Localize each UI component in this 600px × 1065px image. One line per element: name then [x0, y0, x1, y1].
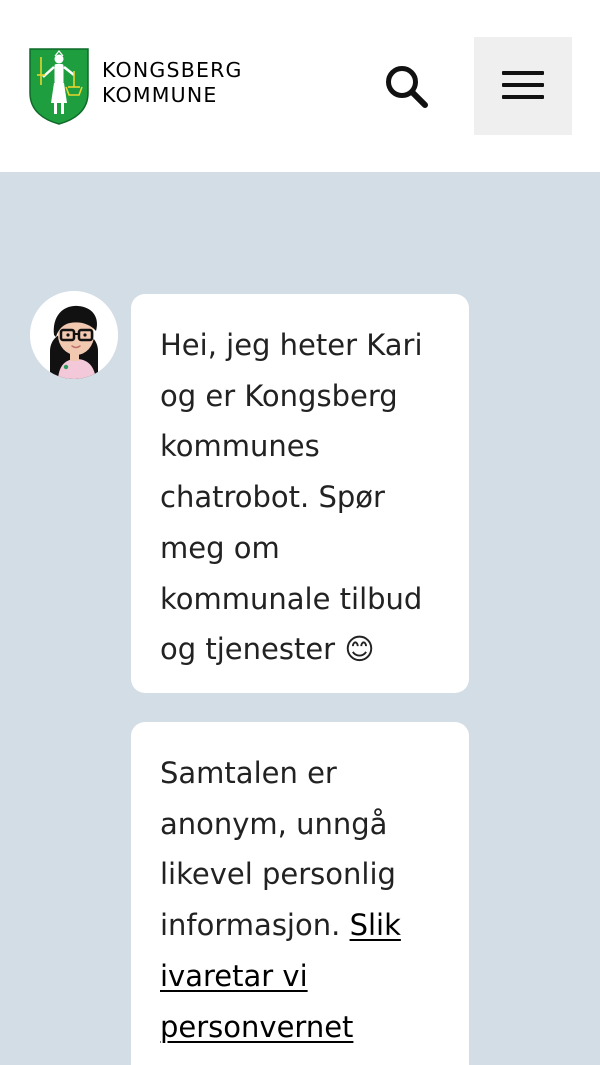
search-icon [386, 66, 428, 108]
brand-name[interactable]: KONGSBERG KOMMUNE [102, 58, 243, 108]
brand-line-1: KONGSBERG [102, 58, 243, 82]
menu-button[interactable] [474, 37, 572, 135]
kari-chatbot-avatar-icon [30, 291, 118, 379]
site-header: KONGSBERG KOMMUNE [0, 0, 600, 172]
chat-message-text: Hei, jeg heter Kari og er Kongsberg komm… [160, 328, 423, 667]
kongsberg-coat-of-arms-logo[interactable] [28, 47, 90, 125]
chat-message-bubble: Hei, jeg heter Kari og er Kongsberg komm… [131, 294, 469, 693]
chat-message-bubble: Samtalen er anonym, unngå likevel person… [131, 722, 469, 1065]
chat-panel: Hei, jeg heter Kari og er Kongsberg komm… [0, 172, 600, 1065]
search-button[interactable] [380, 60, 432, 112]
bot-avatar [30, 291, 118, 379]
hamburger-menu-icon [502, 71, 544, 99]
brand-line-2: KOMMUNE [102, 83, 218, 107]
